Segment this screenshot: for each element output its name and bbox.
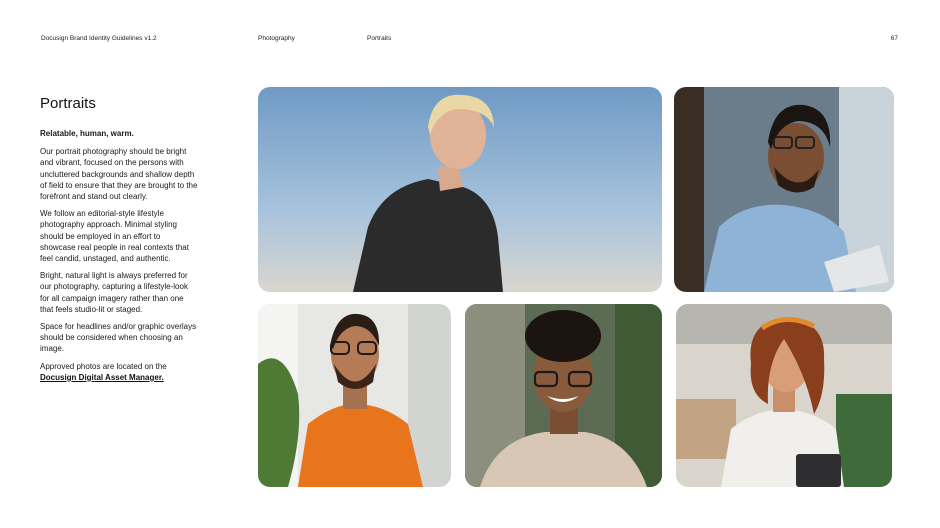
header-section: Photography (258, 35, 295, 42)
photo-woman-sky (258, 87, 662, 292)
paragraph-3: Bright, natural light is always preferre… (40, 271, 188, 314)
header-doc-title: Docusign Brand Identity Guidelines v1.2 (41, 35, 157, 42)
approved-note: Approved photos are located on the Docus… (40, 361, 198, 383)
photo-man-tablet (674, 87, 894, 292)
lead-text: Relatable, human, warm. (40, 129, 134, 138)
header-subsection: Portraits (367, 35, 392, 42)
page-number: 67 (890, 35, 898, 42)
paragraph-1: Our portrait photography should be brigh… (40, 147, 198, 202)
paragraph-2: We follow an editorial-style lifestyle p… (40, 209, 189, 264)
approved-prefix: Approved photos are located on the (40, 361, 167, 371)
paragraph-4: Space for headlines and/or graphic overl… (40, 322, 197, 354)
photo-man-orange (258, 304, 451, 487)
dam-link[interactable]: Docusign Digital Asset Manager. (40, 373, 164, 382)
body-copy: Relatable, human, warm. Our portrait pho… (40, 128, 198, 389)
photo-woman-office (676, 304, 892, 487)
page-title: Portraits (40, 95, 96, 112)
photo-woman-curly (465, 304, 662, 487)
